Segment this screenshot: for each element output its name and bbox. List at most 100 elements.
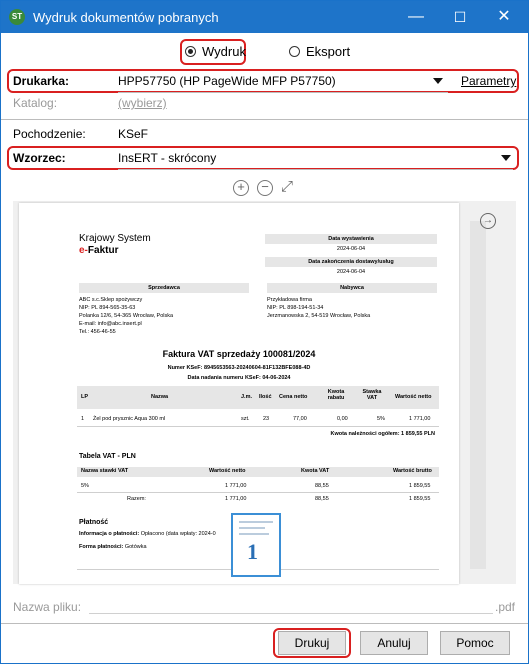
items-row-divider	[77, 426, 439, 427]
items-col-qty: Ilość	[259, 394, 272, 400]
issue-date-header: Data wystawienia	[265, 234, 437, 244]
ksef-brand-e: e-	[79, 245, 88, 256]
next-page-icon[interactable]: →	[480, 213, 496, 229]
seller-line: Polanka 12/6, 54-365 Wrocław, Polska	[79, 313, 174, 319]
items-col-price: Cena netto	[279, 394, 308, 400]
origin-label: Pochodzenie:	[13, 127, 86, 141]
items-col-vat: Stawka VAT	[362, 389, 382, 401]
payment-form-label: Forma płatności:	[79, 544, 124, 550]
print-radio[interactable]: Wydruk	[185, 41, 246, 63]
thumb-line-icon	[239, 527, 265, 529]
preview-page: Krajowy System e-Faktur Data wystawienia…	[19, 203, 459, 584]
thumb-page-number: 1	[247, 539, 258, 564]
payment-form: Forma płatności: Gotówka	[79, 544, 147, 550]
ksef-brand-line2: e-Faktur	[79, 245, 118, 256]
template-dropdown-icon[interactable]	[501, 155, 511, 161]
item-price: 77,00	[293, 416, 307, 422]
items-col-unit: J.m.	[241, 394, 253, 400]
vat-col-vat: Kwota VAT	[301, 468, 330, 474]
issue-date-value: 2024-06-04	[336, 246, 366, 252]
items-col-name: Nazwa	[151, 394, 169, 400]
catalog-label: Katalog:	[13, 96, 58, 110]
filename-row: Nazwa pliku: .pdf	[1, 596, 528, 618]
payment-info-label: Informacja o płatności:	[79, 531, 140, 537]
bottom-divider	[1, 623, 528, 624]
dialog-content: Wydruk Eksport Drukarka: HPP57750 (HP Pa…	[1, 33, 528, 663]
item-net: 1 771,00	[409, 416, 431, 422]
buyer-line: Przykładowa firma	[267, 297, 312, 303]
vat-col-net: Wartość netto	[209, 468, 246, 474]
ksef-brand-faktur: Faktur	[87, 245, 119, 256]
catalog-choose-link[interactable]: (wybierz)	[118, 92, 167, 114]
maximize-button[interactable]: ☐	[438, 1, 482, 33]
filename-extension: .pdf	[495, 600, 516, 614]
window-title: Wydruk dokumentów pobranych	[33, 10, 219, 25]
help-button[interactable]: Pomoc	[440, 631, 510, 655]
vat-row-net: 1 771,00	[225, 483, 247, 489]
radio-checked-icon	[185, 46, 196, 57]
seller-line: E-mail: info@abc.insert.pl	[79, 321, 142, 327]
payment-title: Płatność	[79, 519, 109, 526]
seller-line: ABC s.c.Sklep spożywczy	[79, 297, 143, 303]
divider	[1, 119, 528, 120]
export-radio-label: Eksport	[306, 44, 351, 59]
vat-col-rate: Nazwa stawki VAT	[81, 468, 129, 474]
vat-col-gross: Wartość brutto	[393, 468, 432, 474]
template-label: Wzorzec:	[13, 151, 66, 165]
delivery-date-value: 2024-06-04	[336, 269, 366, 275]
item-vat: 5%	[377, 416, 385, 422]
seller-header: Sprzedawca	[79, 283, 249, 293]
radio-unchecked-icon	[289, 46, 300, 57]
items-col-lp: LP	[81, 394, 89, 400]
template-underline	[118, 169, 513, 170]
print-button[interactable]: Drukuj	[278, 631, 346, 655]
template-select[interactable]: InsERT - skrócony	[118, 147, 216, 169]
seller-details: ABC s.c.Sklep spożywczy NIP: PL 894-565-…	[79, 296, 173, 336]
export-radio[interactable]: Eksport	[289, 41, 350, 63]
fit-page-icon[interactable]: ⤢	[281, 178, 293, 195]
preview-scrollbar[interactable]	[470, 221, 486, 569]
thumb-line-icon	[239, 533, 269, 535]
printer-dropdown-icon[interactable]	[433, 78, 443, 84]
minimize-button[interactable]: —	[394, 1, 438, 33]
document-preview: Krajowy System e-Faktur Data wystawienia…	[13, 201, 516, 584]
cancel-button[interactable]: Anuluj	[360, 631, 428, 655]
vat-total-label: Razem:	[127, 496, 146, 502]
vat-row-rate: 5%	[81, 483, 89, 489]
seller-line: NIP: PL 894-565-35-63	[79, 305, 136, 311]
buyer-details: Przykładowa firma NIP: PL 898-194-51-34 …	[267, 296, 370, 320]
seller-line: Tel.: 456-46-55	[79, 329, 116, 335]
ksef-date: Data nadania numeru KSeF: 04-06-2024	[187, 375, 291, 381]
vat-row-divider	[77, 492, 439, 493]
buyer-line: Jerzmanowska 2, 54-519 Wrocław, Polska	[267, 313, 371, 319]
app-logo-icon: ST	[9, 9, 25, 25]
filename-label: Nazwa pliku:	[13, 600, 82, 614]
print-dialog-window: ST Wydruk dokumentów pobranych — ☐ ✕ Wyd…	[0, 0, 529, 664]
close-button[interactable]: ✕	[482, 1, 526, 33]
vat-total-gross: 1 859,55	[409, 496, 431, 502]
catalog-row: Katalog: (wybierz)	[1, 92, 528, 114]
delivery-date-header: Data zakończenia dostawy/usług	[265, 257, 437, 267]
parameters-link[interactable]: Parametry	[461, 70, 516, 92]
filename-input[interactable]	[89, 613, 493, 614]
mode-radio-group: Wydruk Eksport	[1, 39, 528, 65]
items-col-discount: Kwota rabatu	[327, 389, 345, 401]
buyer-line: NIP: PL 898-194-51-34	[267, 305, 324, 311]
payment-info-value: Opłacono (data wpłaty: 2024-0	[140, 531, 216, 537]
zoom-in-icon[interactable]: +	[233, 180, 249, 196]
vat-total-vat: 88,55	[315, 496, 329, 502]
printer-select[interactable]: HPP57750 (HP PageWide MFP P57750)	[118, 70, 336, 92]
vat-table-title: Tabela VAT - PLN	[79, 453, 136, 460]
vat-row-vat: 88,55	[315, 483, 329, 489]
amount-due: Kwota należności ogółem: 1 859,55 PLN	[330, 431, 435, 437]
page-thumbnail[interactable]: 1	[231, 513, 281, 577]
items-col-net: Wartość netto	[395, 394, 432, 400]
ksef-number: Numer KSeF: 8945653563-20240604-81F132BF…	[167, 365, 311, 371]
print-radio-label: Wydruk	[202, 44, 246, 59]
zoom-out-icon[interactable]: −	[257, 180, 273, 196]
payment-info: Informacja o płatności: Opłacono (data w…	[79, 531, 216, 537]
title-bar: ST Wydruk dokumentów pobranych — ☐ ✕	[1, 1, 528, 33]
invoice-title: Faktura VAT sprzedaży 100081/2024	[162, 349, 316, 359]
template-row: Wzorzec: InsERT - skrócony	[1, 147, 528, 169]
item-name: Żel pod prysznic Aqua 300 ml	[93, 416, 166, 422]
